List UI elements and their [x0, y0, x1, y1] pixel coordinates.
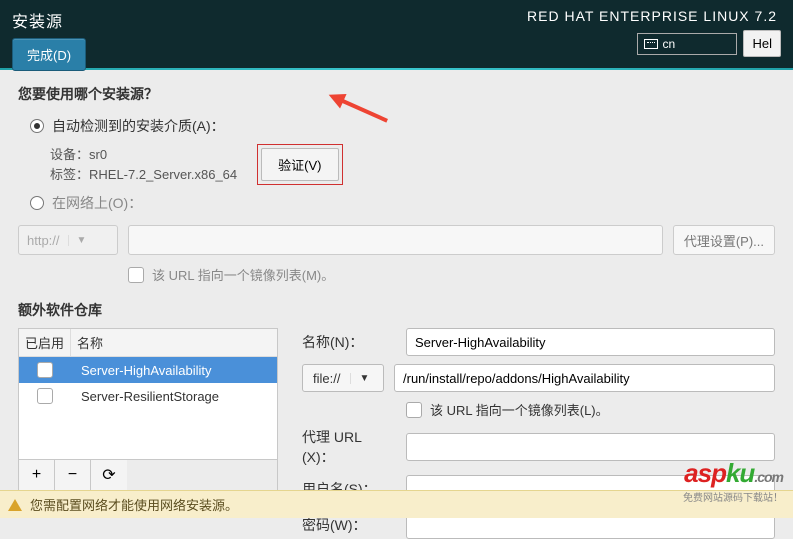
- repo-name-cell: Server-HighAvailability: [71, 363, 277, 378]
- network-url-input[interactable]: [128, 225, 663, 255]
- col-enabled: 已启用: [19, 329, 71, 356]
- proxy-settings-button[interactable]: 代理设置(P)...: [673, 225, 775, 255]
- proxy-url-input[interactable]: [406, 433, 775, 461]
- chevron-down-icon: ▼: [350, 373, 377, 384]
- keyboard-icon: [644, 39, 658, 49]
- repo-path-input[interactable]: [394, 364, 775, 392]
- mirror-checkbox-m[interactable]: [128, 267, 144, 283]
- repo-enable-checkbox[interactable]: [37, 388, 53, 404]
- add-repo-button[interactable]: +: [19, 460, 55, 490]
- device-line: 设备：sr0: [50, 145, 237, 165]
- repo-enable-checkbox[interactable]: [37, 362, 53, 378]
- protocol-value: http://: [19, 233, 68, 248]
- keyboard-layout: cn: [662, 37, 675, 51]
- radio-auto-label: 自动检测到的安装介质(A)：: [52, 116, 225, 136]
- name-label: 名称(N)：: [302, 332, 396, 352]
- label-line: 标签：RHEL-7.2_Server.x86_64: [50, 165, 237, 185]
- device-info: 设备：sr0 标签：RHEL-7.2_Server.x86_64: [50, 145, 237, 184]
- radio-checked-icon: [30, 119, 44, 133]
- warning-bar: 您需配置网络才能使用网络安装源。: [0, 490, 793, 518]
- radio-unchecked-icon: [30, 196, 44, 210]
- header-bar: 安装源 完成(D) RED HAT ENTERPRISE LINUX 7.2 c…: [0, 0, 793, 68]
- mirror-checkbox-l[interactable]: [406, 402, 422, 418]
- radio-network[interactable]: 在网络上(O)：: [30, 193, 775, 213]
- radio-autodetect[interactable]: 自动检测到的安装介质(A)：: [30, 116, 775, 136]
- radio-network-label: 在网络上(O)：: [52, 193, 142, 213]
- repo-table: 已启用 名称 Server-HighAvailability Server-Re…: [18, 328, 278, 460]
- keyboard-indicator[interactable]: cn: [637, 33, 737, 55]
- repo-name-cell: Server-ResilientStorage: [71, 389, 277, 404]
- mirror-label-l: 该 URL 指向一个镜像列表(L)。: [430, 400, 609, 419]
- col-name: 名称: [71, 329, 277, 356]
- repo-proto-combo[interactable]: file:// ▼: [302, 364, 384, 392]
- additional-repos-label: 额外软件仓库: [18, 300, 775, 320]
- repo-name-input[interactable]: [406, 328, 775, 356]
- distro-label: RED HAT ENTERPRISE LINUX 7.2: [527, 8, 777, 24]
- password-label: 密码(W)：: [302, 515, 396, 535]
- proxy-url-label: 代理 URL (X)：: [302, 427, 396, 467]
- done-button[interactable]: 完成(D): [12, 38, 86, 71]
- page-title: 安装源: [12, 8, 86, 32]
- help-button[interactable]: Hel: [743, 30, 781, 57]
- repo-proto-value: file://: [303, 371, 350, 386]
- chevron-down-icon: ▼: [68, 235, 95, 246]
- protocol-combo[interactable]: http:// ▼: [18, 225, 118, 255]
- verify-highlight: 验证(V): [257, 144, 342, 185]
- warning-text: 您需配置网络才能使用网络安装源。: [30, 495, 238, 514]
- verify-button[interactable]: 验证(V): [261, 148, 338, 181]
- warning-icon: [8, 499, 22, 511]
- refresh-repo-button[interactable]: ⟳: [91, 460, 127, 490]
- remove-repo-button[interactable]: −: [55, 460, 91, 490]
- table-row[interactable]: Server-ResilientStorage: [19, 383, 277, 409]
- source-question: 您要使用哪个安装源？: [18, 84, 775, 104]
- mirror-label-m: 该 URL 指向一个镜像列表(M)。: [152, 265, 334, 284]
- table-row[interactable]: Server-HighAvailability: [19, 357, 277, 383]
